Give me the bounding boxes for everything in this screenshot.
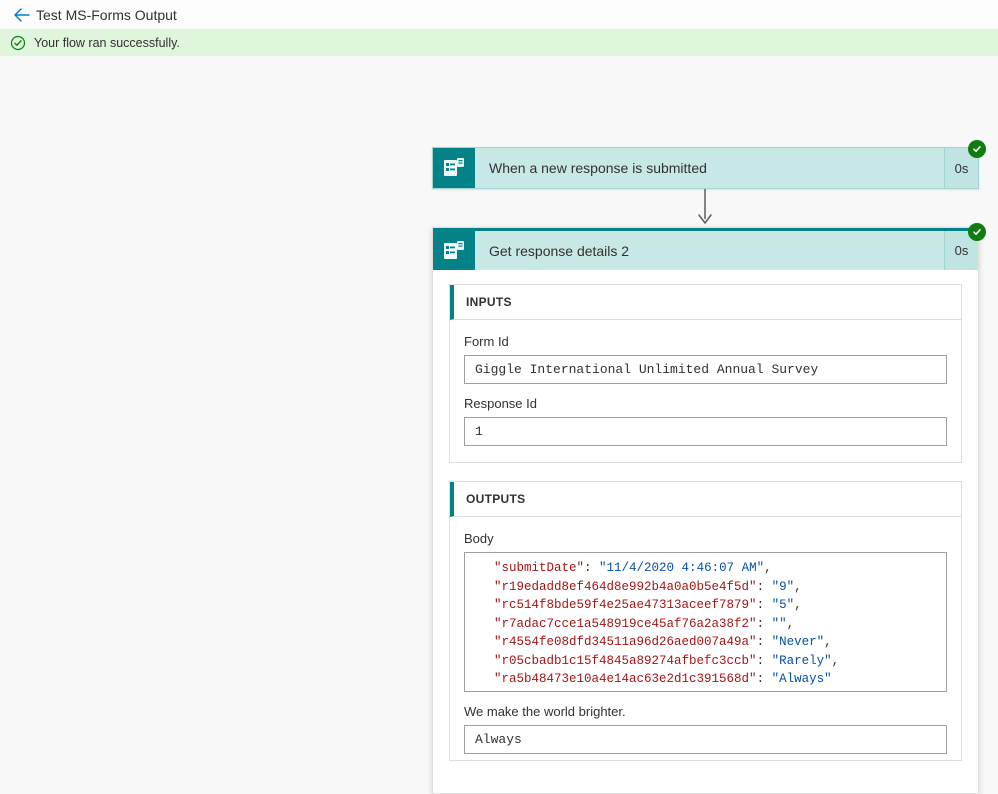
step-header[interactable]: Get response details 2 0s [433, 228, 978, 270]
forms-connector-icon [433, 148, 475, 188]
inputs-heading: INPUTS [450, 285, 961, 320]
inputs-section: INPUTS Form Id Giggle International Unli… [449, 284, 962, 463]
outputs-heading: OUTPUTS [450, 482, 961, 517]
step-title: When a new response is submitted [475, 148, 944, 188]
form-id-value[interactable]: Giggle International Unlimited Annual Su… [464, 355, 947, 384]
page-title: Test MS-Forms Output [36, 7, 177, 23]
response-id-label: Response Id [464, 396, 947, 411]
action-step-card[interactable]: Get response details 2 0s INPUTS Form Id… [432, 227, 979, 794]
forms-connector-icon [433, 231, 475, 270]
canvas: When a new response is submitted 0s Get … [0, 56, 998, 90]
success-message: Your flow ran successfully. [34, 36, 180, 50]
response-id-value[interactable]: 1 [464, 417, 947, 446]
body-json-value[interactable]: "submitDate": "11/4/2020 4:46:07 AM", "r… [464, 552, 947, 692]
trigger-step-card[interactable]: When a new response is submitted 0s [432, 147, 979, 189]
back-button[interactable] [8, 7, 36, 23]
success-banner: Your flow ran successfully. [0, 30, 998, 56]
body-label: Body [464, 531, 947, 546]
success-badge [968, 140, 986, 158]
connector-arrow [694, 189, 716, 227]
check-circle-icon [10, 35, 26, 51]
step-title: Get response details 2 [475, 231, 944, 270]
form-id-label: Form Id [464, 334, 947, 349]
success-badge [968, 223, 986, 241]
brighter-value[interactable]: Always [464, 725, 947, 754]
brighter-label: We make the world brighter. [464, 704, 947, 719]
step-body: INPUTS Form Id Giggle International Unli… [433, 270, 978, 793]
outputs-section: OUTPUTS Body "submitDate": "11/4/2020 4:… [449, 481, 962, 761]
page-header: Test MS-Forms Output [0, 0, 998, 30]
arrow-left-icon [14, 7, 30, 23]
